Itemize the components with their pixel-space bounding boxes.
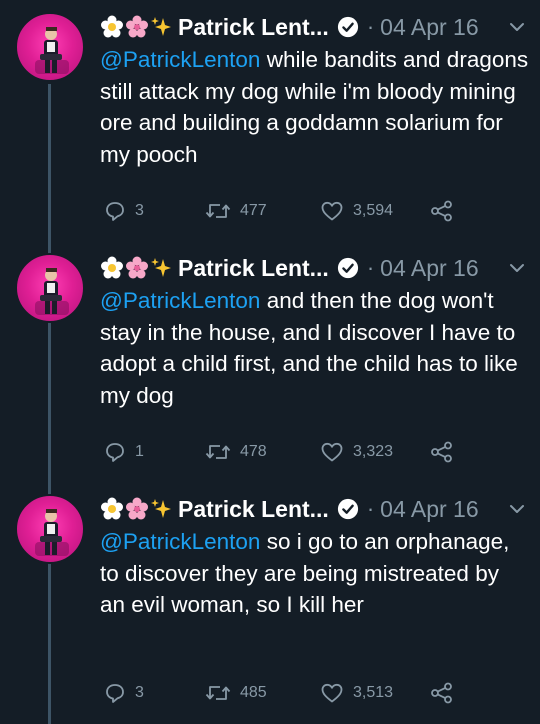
retweet-count: 477 (240, 202, 267, 219)
mention-link[interactable]: @PatrickLenton (100, 288, 260, 313)
verified-badge-icon (337, 257, 358, 279)
retweet-button[interactable]: 478 (205, 441, 267, 463)
separator-dot: · (366, 496, 375, 521)
tweet-actions: 1 478 3,323 (100, 441, 460, 467)
display-name[interactable]: Patrick Lent... (178, 496, 329, 523)
retweet-icon (205, 204, 231, 218)
tweet-date[interactable]: 04 Apr 16 (380, 14, 478, 41)
heart-icon (321, 683, 343, 703)
retweet-button[interactable]: 477 (205, 200, 267, 222)
retweet-button[interactable]: 485 (205, 682, 267, 704)
retweet-icon (205, 445, 231, 459)
verified-badge-icon (337, 498, 358, 520)
blossom-icon (101, 15, 123, 38)
avatar[interactable] (15, 253, 85, 323)
tweet-text: @PatrickLenton so i go to an orphanage, … (100, 526, 530, 621)
name-emojis (100, 256, 172, 280)
heart-icon (321, 201, 343, 221)
share-button[interactable] (430, 200, 454, 222)
retweet-count: 478 (240, 443, 267, 460)
chevron-down-icon[interactable] (508, 500, 526, 518)
like-button[interactable]: 3,323 (320, 441, 393, 463)
like-count: 3,594 (353, 202, 394, 219)
tweet-actions: 3 477 3,594 (100, 200, 460, 226)
separator-dot: · (366, 14, 375, 39)
chevron-down-icon[interactable] (508, 18, 526, 36)
cherry-blossom-icon (126, 256, 148, 279)
heart-icon (321, 442, 343, 462)
tweet-header: Patrick Lent... · 04 Apr 16 (100, 492, 526, 526)
tweet-date[interactable]: 04 Apr 16 (380, 496, 478, 523)
tweet[interactable]: Patrick Lent... · 04 Apr 16 @PatrickLent… (0, 241, 540, 482)
reply-button[interactable]: 3 (104, 682, 144, 704)
reply-icon (106, 684, 124, 703)
mention-link[interactable]: @PatrickLenton (100, 47, 260, 72)
retweet-count: 485 (240, 684, 267, 701)
cherry-blossom-icon (126, 15, 148, 38)
like-button[interactable]: 3,594 (320, 200, 393, 222)
tweet-text: @PatrickLenton and then the dog won't st… (100, 285, 530, 411)
reply-icon (106, 443, 124, 462)
sparkles-icon (151, 258, 171, 277)
like-count: 3,323 (353, 443, 394, 460)
avatar[interactable] (15, 12, 85, 82)
reply-button[interactable]: 1 (104, 441, 144, 463)
sparkles-icon (151, 499, 171, 518)
reply-icon (106, 202, 124, 221)
separator-dot: · (366, 255, 375, 280)
sparkles-icon (151, 17, 171, 36)
blossom-icon (101, 497, 123, 520)
reply-count: 1 (135, 443, 144, 460)
tweet-text: @PatrickLenton while bandits and dragons… (100, 44, 530, 170)
share-icon (431, 682, 452, 704)
chevron-down-icon[interactable] (508, 259, 526, 277)
blossom-icon (101, 256, 123, 279)
tweet[interactable]: Patrick Lent... · 04 Apr 16 @PatrickLent… (0, 0, 540, 241)
share-icon (431, 200, 452, 222)
share-icon (431, 441, 452, 463)
name-emojis (100, 497, 172, 521)
reply-button[interactable]: 3 (104, 200, 144, 222)
tweet-header: Patrick Lent... · 04 Apr 16 (100, 251, 526, 285)
retweet-icon (205, 686, 231, 700)
cherry-blossom-icon (126, 497, 148, 520)
tweet-date[interactable]: 04 Apr 16 (380, 255, 478, 282)
display-name[interactable]: Patrick Lent... (178, 255, 329, 282)
verified-badge-icon (337, 16, 358, 38)
reply-count: 3 (135, 202, 144, 219)
avatar[interactable] (15, 494, 85, 564)
like-count: 3,513 (353, 684, 394, 701)
reply-count: 3 (135, 684, 144, 701)
share-button[interactable] (430, 682, 454, 704)
mention-link[interactable]: @PatrickLenton (100, 529, 260, 554)
like-button[interactable]: 3,513 (320, 682, 393, 704)
share-button[interactable] (430, 441, 454, 463)
name-emojis (100, 15, 172, 39)
display-name[interactable]: Patrick Lent... (178, 14, 329, 41)
tweet-actions: 3 485 3,513 (100, 682, 460, 708)
tweet[interactable]: Patrick Lent... · 04 Apr 16 @PatrickLent… (0, 482, 540, 723)
tweet-header: Patrick Lent... · 04 Apr 16 (100, 10, 526, 44)
